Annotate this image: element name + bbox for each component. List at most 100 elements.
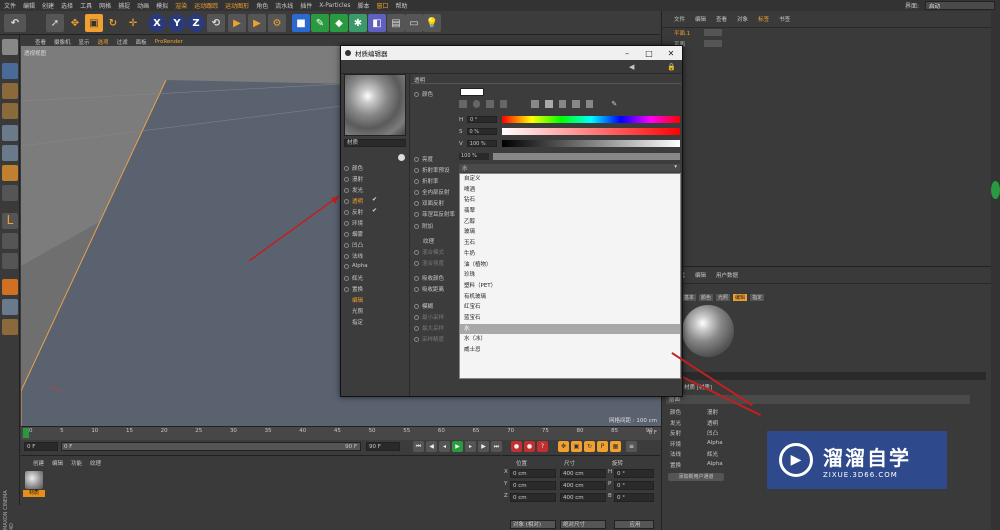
swatches-icon[interactable] (499, 100, 508, 108)
brightness-field[interactable]: 100 % (459, 153, 489, 160)
dialog-lock-icon[interactable]: 🔒 (667, 63, 676, 71)
attr-channel-right[interactable]: Alpha (707, 461, 723, 472)
menu-item[interactable]: 渲染 (175, 1, 187, 10)
dropdown-item[interactable]: 水 (460, 323, 680, 335)
rotation-field[interactable]: 0 ° (614, 481, 654, 490)
cube-icon[interactable]: ■ (292, 14, 310, 32)
attr-channel-left[interactable]: 颜色 (670, 408, 681, 419)
key-rotation-icon[interactable]: ↻ (584, 441, 595, 452)
attribute-subtab[interactable]: 光照 (716, 294, 731, 301)
palette-icon[interactable] (585, 100, 594, 108)
material-manager-tab[interactable]: 编辑 (52, 459, 63, 467)
viewport-menu-item[interactable]: 面板 (136, 38, 147, 46)
hue-field[interactable]: 0 ° (467, 116, 498, 123)
menu-item[interactable]: 角色 (256, 1, 268, 10)
sculpt-icon[interactable] (2, 253, 18, 269)
scale-icon[interactable]: ▣ (85, 14, 103, 32)
dropdown-item[interactable]: 红宝石 (460, 302, 680, 313)
material-manager-tab[interactable]: 功能 (71, 459, 82, 467)
record-key-icon[interactable]: ● (511, 441, 522, 452)
hsv-icon[interactable] (544, 100, 553, 108)
prev-key-icon[interactable]: ◀ (426, 441, 437, 452)
auto-key-icon[interactable]: ● (524, 441, 535, 452)
object-row-plane-1[interactable]: 平面.1 (674, 29, 690, 37)
menu-item[interactable]: 编辑 (23, 1, 35, 10)
channel-3[interactable]: 透明 (344, 197, 363, 205)
timeline[interactable]: 0 5 10 15 20 25 30 35 40 45 50 55 60 65 70 75 80 85 90 0 F (21, 426, 661, 440)
menu-item[interactable]: 插件 (300, 1, 312, 10)
object-manager-tab[interactable]: 查看 (716, 15, 727, 23)
key-scale-icon[interactable]: ▣ (571, 441, 582, 452)
viewport-menu-item[interactable]: 显示 (79, 38, 90, 46)
dropdown-item[interactable]: 自定义 (460, 174, 680, 185)
attr-channel-left[interactable]: 置换 (670, 461, 681, 472)
render-view-icon[interactable]: ▶ (228, 14, 246, 32)
render-picture-icon[interactable]: ▶ (248, 14, 266, 32)
camera-icon[interactable]: ▭ (405, 14, 423, 32)
menu-item[interactable]: 工具 (80, 1, 92, 10)
channel-4[interactable]: 反射 (344, 208, 363, 216)
size-field[interactable]: 400 cm (560, 469, 606, 478)
y-axis-icon[interactable]: Y (168, 14, 186, 32)
play-icon[interactable]: ▶ (452, 441, 463, 452)
polygons-mode-icon[interactable] (2, 165, 18, 181)
attr-channel-left[interactable]: 反射 (670, 429, 681, 440)
dropdown-item[interactable]: 水（冰） (460, 334, 680, 345)
attribute-subtab[interactable]: 编辑 (733, 294, 748, 301)
position-field[interactable]: 0 cm (510, 481, 556, 490)
dropdown-item[interactable]: 玻璃 (460, 227, 680, 238)
material-manager-tab[interactable]: 纹理 (90, 459, 101, 467)
end-frame-field[interactable]: 90 F (366, 442, 400, 451)
rotation-field[interactable]: 0 ° (614, 493, 654, 502)
channel-2[interactable]: 发光 (344, 186, 363, 194)
menu-item[interactable]: 窗口 (377, 1, 389, 10)
dropdown-item[interactable]: 钻石 (460, 195, 680, 206)
coord-system-icon[interactable]: ⟲ (207, 14, 225, 32)
quantize-icon[interactable] (2, 233, 18, 249)
move-icon[interactable]: ✥ (66, 14, 84, 32)
object-manager-tab[interactable]: 标签 (758, 15, 769, 23)
next-key-icon[interactable]: ▶ (478, 441, 489, 452)
ior-preset-select[interactable]: 水 ▾ (459, 164, 680, 172)
last-tool-icon[interactable]: ✛ (124, 14, 142, 32)
attribute-subtab[interactable]: 指定 (750, 294, 765, 301)
viewport-menu-item[interactable]: 摄像机 (54, 38, 71, 46)
make-editable-icon[interactable] (2, 39, 18, 55)
prev-frame-icon[interactable]: ◂ (439, 441, 450, 452)
object-manager-tab[interactable]: 对象 (737, 15, 748, 23)
channel-7[interactable]: 凹凸 (344, 241, 363, 249)
z-axis-icon[interactable]: Z (187, 14, 205, 32)
value-field[interactable]: 100 % (466, 140, 497, 147)
attr-channel-right[interactable]: 漫射 (707, 408, 723, 419)
menu-item[interactable]: 脚本 (358, 1, 370, 10)
mixer-icon[interactable] (572, 100, 580, 108)
dropdown-item[interactable]: 乙醇 (460, 217, 680, 228)
select-arrow-icon[interactable]: ➚ (46, 14, 64, 32)
layout-select[interactable]: 启动 (925, 1, 995, 10)
object-manager-tab[interactable]: 文件 (674, 15, 685, 23)
channel-6[interactable]: 烟雾 (344, 230, 363, 238)
size-field[interactable]: 400 cm (560, 481, 606, 490)
attr-channel-right[interactable]: 辉光 (707, 450, 723, 461)
dropdown-item[interactable]: 玉石 (460, 238, 680, 249)
minimize-icon[interactable]: – (616, 46, 638, 60)
kelvin-icon[interactable] (558, 100, 567, 108)
channel-0[interactable]: 颜色 (344, 164, 363, 172)
material-thumbnail-label[interactable]: 材质 (23, 490, 45, 497)
object-manager-tab[interactable]: 书签 (779, 15, 790, 23)
attribute-subtab[interactable]: 颜色 (699, 294, 714, 301)
key-position-icon[interactable]: ✥ (558, 441, 569, 452)
material-thumbnail[interactable] (25, 471, 43, 489)
attr-channel-right[interactable]: 透明 (707, 419, 723, 430)
size-mode-select[interactable]: 绝对尺寸 (560, 520, 606, 529)
object-manager-tab[interactable]: 编辑 (695, 15, 706, 23)
points-mode-icon[interactable] (2, 125, 18, 141)
attr-search-field[interactable]: 层面 (666, 395, 970, 404)
viewport-menu-item[interactable]: 过滤 (117, 38, 128, 46)
menu-item[interactable]: 选择 (61, 1, 73, 10)
deformer-icon[interactable]: ◧ (368, 14, 386, 32)
goto-end-icon[interactable]: ⏭ (491, 441, 502, 452)
image-color-icon[interactable] (486, 100, 494, 108)
rgb-icon[interactable] (531, 100, 539, 108)
channel-9[interactable]: Alpha (344, 263, 368, 269)
